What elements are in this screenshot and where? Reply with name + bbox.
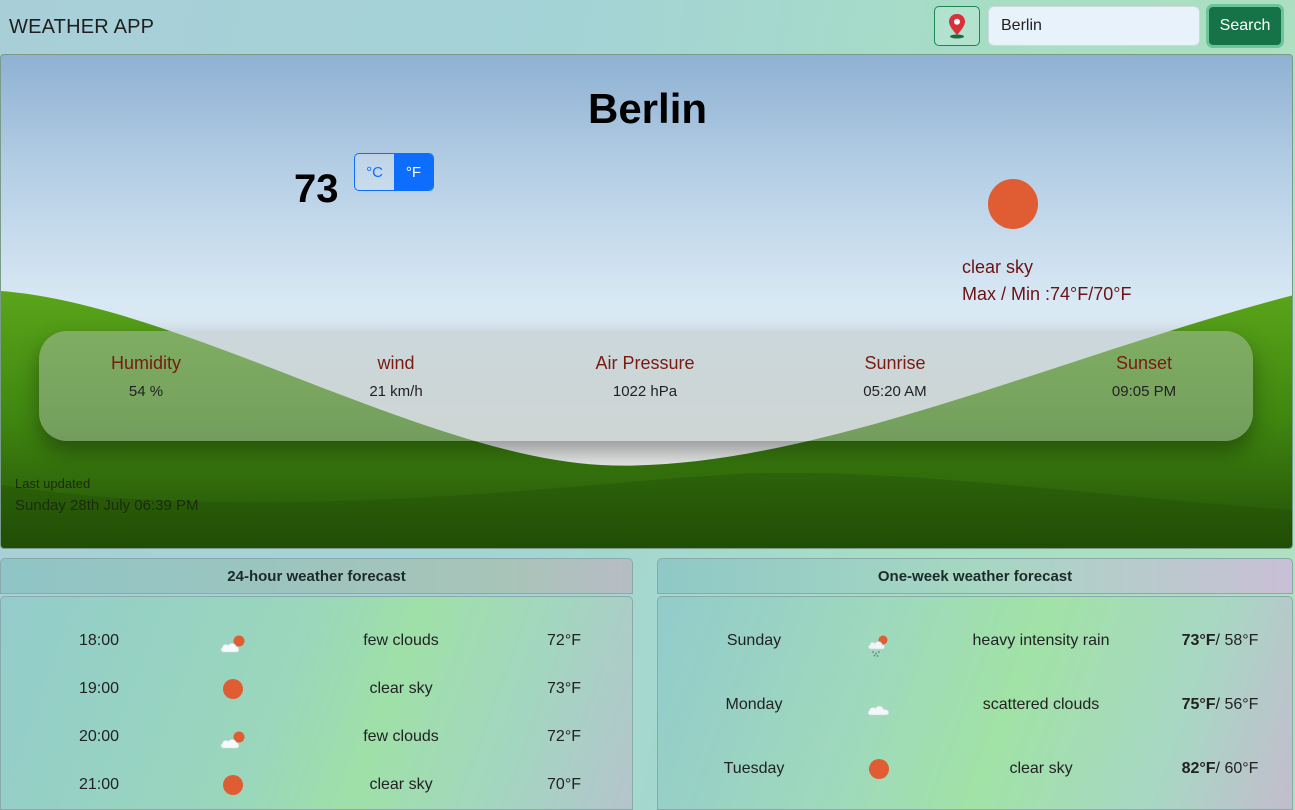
hour-time: 20:00 — [78, 728, 120, 745]
stat-wind: wind 21 km/h — [296, 353, 496, 400]
city-search-input[interactable] — [988, 6, 1200, 46]
hourly-row: 20:00 few clouds 72°F — [1, 728, 633, 758]
rain-icon — [866, 634, 892, 663]
forecast-description: scattered clouds — [982, 696, 1100, 713]
weekly-row: Tuesday clear sky 82°F/ 60°F — [658, 759, 1294, 790]
hour-description: few clouds — [363, 632, 439, 649]
stat-value: 21 km/h — [369, 383, 423, 400]
app-title: WEATHER APP — [9, 16, 155, 38]
last-updated-label: Last updated — [15, 476, 91, 491]
hour-temperature: 70°F — [547, 776, 581, 793]
forecast-high: 82°F — [1181, 760, 1216, 777]
hour-temperature: 73°F — [547, 680, 581, 697]
fahrenheit-button[interactable]: °F — [394, 154, 433, 190]
stat-label: wind — [377, 353, 415, 373]
forecast-low: / 58°F — [1215, 632, 1259, 649]
weather-stats-bar: Humidity 54 % wind 21 km/h Air Pressure … — [39, 331, 1253, 441]
search-button[interactable]: Search — [1206, 4, 1284, 48]
sun-icon — [223, 679, 243, 699]
hour-temperature: 72°F — [547, 632, 581, 649]
sun-icon — [988, 179, 1038, 229]
forecast-description: heavy intensity rain — [972, 632, 1110, 649]
current-temperature: 73 — [294, 167, 339, 211]
app-header: WEATHER APP Search — [0, 0, 1295, 54]
stat-label: Sunrise — [864, 353, 926, 373]
stat-sunrise: Sunrise 05:20 AM — [795, 353, 995, 400]
hourly-row: 21:00 clear sky 70°F — [1, 775, 633, 806]
condition-text: clear sky — [962, 257, 1034, 277]
forecast-low: / 56°F — [1215, 696, 1259, 713]
current-weather-panel: Berlin 73 °C °F clear sky Max / Min :74°… — [0, 54, 1293, 549]
forecast-high-low: 82°F/ 60°F — [1164, 760, 1276, 778]
weekly-forecast-title: One-week weather forecast — [657, 558, 1293, 594]
forecast-day: Tuesday — [723, 760, 785, 777]
forecast-high: 75°F — [1181, 696, 1216, 713]
forecast-high-low: 73°F/ 58°F — [1164, 632, 1276, 650]
hourly-row: 19:00 clear sky 73°F — [1, 679, 633, 710]
sun-icon — [869, 759, 889, 779]
stat-label: Sunset — [1115, 353, 1173, 373]
sun-icon — [223, 775, 243, 795]
weekly-row: Sunday heavy intensity rain 73°F/ 58°F — [658, 632, 1294, 662]
unit-toggle: °C °F — [354, 153, 434, 191]
hour-description: clear sky — [369, 680, 433, 697]
forecast-high-low: 75°F/ 56°F — [1164, 696, 1276, 714]
forecast-low: / 60°F — [1215, 760, 1259, 777]
hour-description: clear sky — [369, 776, 433, 793]
hour-time: 18:00 — [78, 632, 120, 649]
stat-label: Humidity — [110, 353, 181, 373]
hourly-forecast-list: 18:00 few clouds 72°F 19:00 clear sky 73… — [0, 596, 633, 810]
hour-time: 19:00 — [78, 680, 120, 697]
hour-description: few clouds — [363, 728, 439, 745]
location-button[interactable] — [934, 6, 980, 46]
few-clouds-icon — [219, 730, 249, 757]
hour-temperature: 72°F — [547, 728, 581, 745]
cloud-icon — [866, 698, 894, 725]
forecast-description: clear sky — [1009, 760, 1073, 777]
max-min-temperature: Max / Min :74°F/70°F — [962, 284, 1132, 304]
stat-air-pressure: Air Pressure 1022 hPa — [545, 353, 745, 400]
few-clouds-icon — [219, 634, 249, 661]
stat-value: 05:20 AM — [863, 383, 927, 400]
hourly-row: 18:00 few clouds 72°F — [1, 632, 633, 662]
map-pin-icon — [949, 14, 965, 39]
weekly-forecast-list: Sunday heavy intensity rain 73°F/ 58°F M… — [657, 596, 1293, 810]
city-name: Berlin — [587, 85, 708, 132]
stat-value: 1022 hPa — [612, 383, 678, 400]
forecast-day: Sunday — [726, 632, 782, 649]
stat-sunset: Sunset 09:05 PM — [1044, 353, 1244, 400]
celsius-button[interactable]: °C — [355, 154, 394, 190]
hour-time: 21:00 — [78, 776, 120, 793]
stat-humidity: Humidity 54 % — [46, 353, 246, 400]
last-updated-value: Sunday 28th July 06:39 PM — [15, 497, 199, 514]
stat-value: 54 % — [128, 383, 164, 400]
hourly-forecast-title: 24-hour weather forecast — [0, 558, 633, 594]
weekly-row: Monday scattered clouds 75°F/ 56°F — [658, 696, 1294, 726]
forecast-high: 73°F — [1181, 632, 1216, 649]
forecast-day: Monday — [725, 696, 783, 713]
stat-value: 09:05 PM — [1111, 383, 1177, 400]
stat-label: Air Pressure — [595, 353, 695, 373]
